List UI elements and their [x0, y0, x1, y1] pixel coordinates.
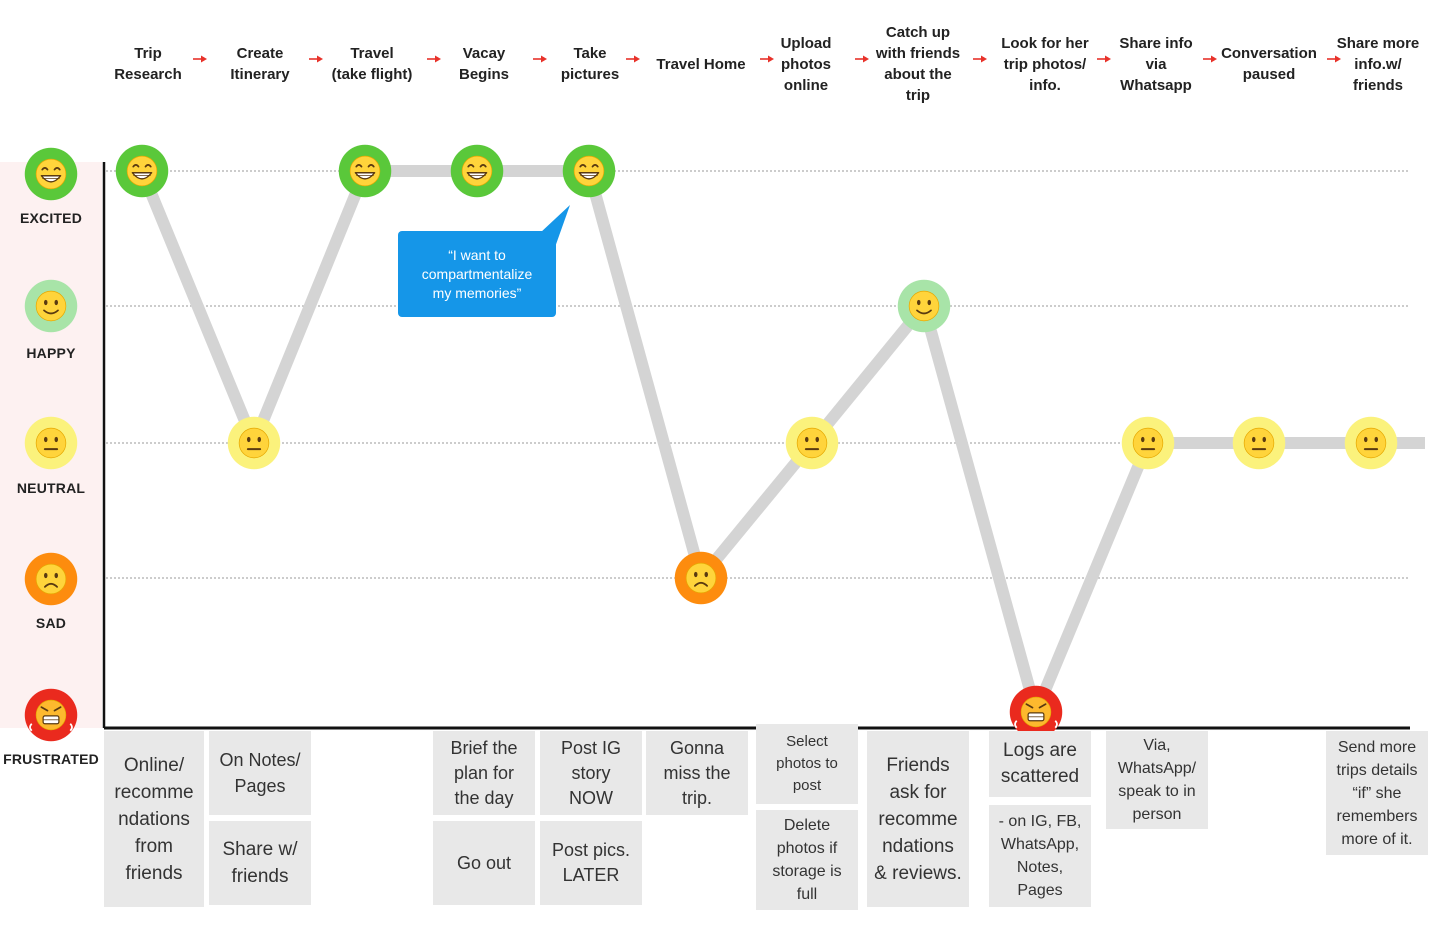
journey-segment [248, 168, 371, 446]
note-text: Send more trips details “if” she remembe… [1336, 738, 1418, 848]
note-text: Friends ask for recomme ndations & revie… [874, 754, 962, 884]
note-text: Share w/ friends [222, 839, 298, 887]
journey-line [136, 165, 1371, 715]
note-select-photos: Select photos to post [756, 724, 858, 804]
note-text: Select photos to post [776, 733, 838, 794]
happy-face-icon [23, 278, 79, 339]
note-text: Online/ recomme ndations from friends [114, 754, 194, 884]
journey-point-12-neutral-icon [1343, 415, 1399, 476]
note-share-with-friends: Share w/ friends [209, 821, 311, 905]
note-brief-plan: Brief the plan for the day [433, 731, 535, 815]
journey-point-4-excited-icon [449, 143, 505, 204]
journey-segment [918, 304, 1042, 714]
journey-point-7-neutral-icon [784, 415, 840, 476]
emotion-label-frustrated: FRUSTRATED [3, 751, 99, 767]
journey-point-11-neutral-icon [1231, 415, 1287, 476]
emotion-label-excited: EXCITED [19, 210, 83, 226]
journey-point-5-excited-icon [561, 143, 617, 204]
journey-point-8-happy-icon [896, 278, 952, 339]
excited-face-icon [23, 146, 79, 207]
journey-segment [583, 169, 707, 580]
journey-point-2-neutral-icon [226, 415, 282, 476]
note-post-pics-later: Post pics. LATER [540, 821, 642, 905]
journey-point-3-excited-icon [337, 143, 393, 204]
quote-text: “I want to compartmentalize my memories” [421, 246, 533, 301]
emotion-label-neutral: NEUTRAL [16, 480, 86, 496]
neutral-face-icon [23, 415, 79, 476]
note-text: Via, WhatsApp/ speak to in person [1117, 737, 1197, 823]
journey-point-6-sad-icon [673, 550, 729, 611]
frustrated-face-icon [23, 687, 79, 748]
note-text: Post IG story NOW [560, 737, 622, 808]
journey-point-10-neutral-icon [1120, 415, 1176, 476]
note-text: Go out [456, 852, 512, 873]
note-friends-ask: Friends ask for recomme ndations & revie… [867, 731, 969, 907]
note-on-ig-fb: - on IG, FB, WhatsApp, Notes, Pages [989, 805, 1091, 907]
journey-segment [136, 168, 260, 446]
emotion-label-happy: HAPPY [26, 345, 76, 361]
note-text: Gonna miss the trip. [663, 737, 731, 808]
note-text: Brief the plan for the day [450, 737, 518, 808]
note-miss-trip: Gonna miss the trip. [646, 731, 748, 815]
note-on-notes: On Notes/ Pages [209, 731, 311, 815]
note-text: Delete photos if storage is full [772, 817, 842, 903]
note-send-more: Send more trips details “if” she remembe… [1326, 731, 1428, 855]
sad-face-icon [23, 551, 79, 612]
note-text: Logs are scattered [1000, 740, 1080, 787]
note-via-whatsapp: Via, WhatsApp/ speak to in person [1106, 731, 1208, 829]
note-post-ig-story: Post IG story NOW [540, 731, 642, 815]
note-delete-photos: Delete photos if storage is full [756, 810, 858, 910]
note-text: - on IG, FB, WhatsApp, Notes, Pages [998, 813, 1082, 899]
note-online-recommendations: Online/ recomme ndations from friends [104, 731, 204, 907]
journey-point-1-excited-icon [114, 143, 170, 204]
note-logs-scattered: Logs are scattered [989, 731, 1091, 797]
quote-bubble: “I want to compartmentalize my memories” [398, 231, 556, 317]
note-go-out: Go out [433, 821, 535, 905]
note-text: Post pics. LATER [551, 840, 631, 885]
journey-map: Trip Research Create Itinerary Travel (t… [0, 0, 1439, 926]
emotion-label-sad: SAD [35, 615, 67, 631]
note-text: On Notes/ Pages [219, 750, 301, 796]
